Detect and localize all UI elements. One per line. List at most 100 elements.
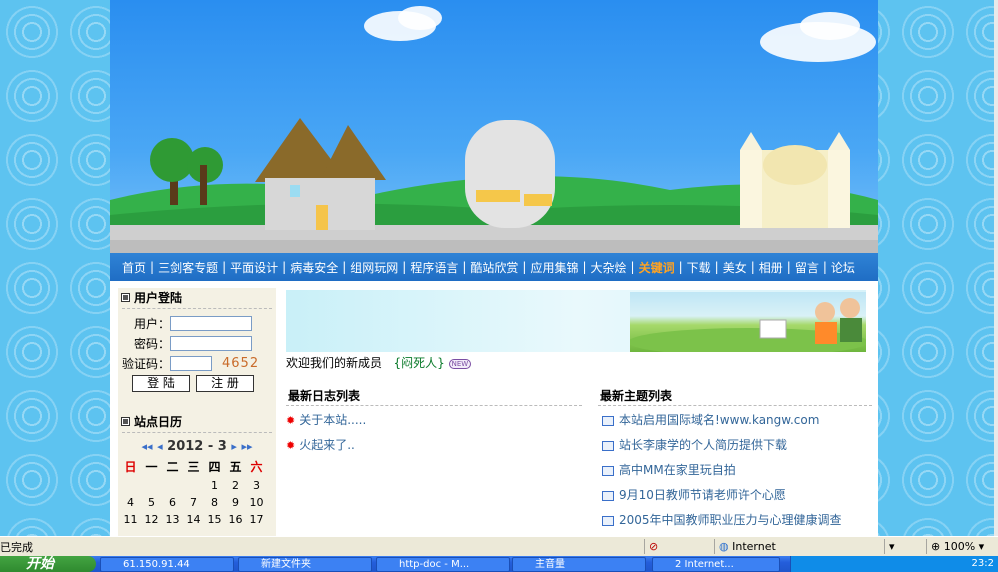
nav-separator: | (714, 260, 719, 274)
calendar-day[interactable]: 3 (246, 479, 267, 492)
calendar-day[interactable]: 1 (204, 479, 225, 492)
prev-month-icon[interactable]: ◂ (157, 440, 163, 453)
protected-cell[interactable]: ▾ (884, 539, 924, 554)
zone-cell: ◍ Internet (714, 539, 882, 554)
nav-item[interactable]: 论坛 (831, 259, 855, 276)
captcha-image: 4652 (222, 355, 260, 371)
calendar-day[interactable]: 10 (246, 496, 267, 509)
nav-separator: | (402, 260, 407, 274)
calendar-day (183, 479, 204, 492)
welcome-text: 欢迎我们的新成员 (286, 356, 383, 370)
login-form: 用户： 密码： 验证码： 4652 登 陆 注 册 (118, 313, 276, 392)
nav-item[interactable]: 三剑客专题 (158, 259, 218, 276)
scrollbar[interactable] (994, 0, 998, 536)
nav-item[interactable]: 美女 (723, 259, 747, 276)
nav-separator: | (750, 260, 755, 274)
topic-link[interactable]: 本站启用国际域名!www.kangw.com (619, 408, 819, 433)
calendar-day[interactable]: 12 (141, 513, 162, 526)
nav-item[interactable]: 留言 (795, 259, 819, 276)
divider (122, 308, 272, 309)
nav-item[interactable]: 程序语言 (410, 259, 458, 276)
kids-illustration (628, 298, 868, 356)
nav-separator: | (282, 260, 287, 274)
calendar-day[interactable]: 11 (120, 513, 141, 526)
calendar-day[interactable]: 17 (246, 513, 267, 526)
status-cell: ⊘ (644, 539, 712, 554)
log-list-item[interactable]: ✹ 关于本站..... (286, 408, 582, 433)
new-member-link[interactable]: {闷死人} (393, 356, 444, 370)
document-icon (602, 440, 614, 451)
calendar-weekday: 二 (166, 460, 179, 474)
zoom-cell[interactable]: ⊕ 100% ▾ (926, 539, 998, 554)
next-year-icon[interactable]: ▸▸ (241, 440, 252, 453)
calendar-header: ◂◂ ◂ 2012 - 3 ▸ ▸▸ (118, 439, 276, 454)
username-input[interactable] (170, 315, 252, 331)
status-text: 已完成 (0, 541, 33, 554)
calendar-day[interactable]: 15 (204, 513, 225, 526)
calendar-day[interactable]: 14 (183, 513, 204, 526)
topic-link[interactable]: 2005年中国教师职业压力与心理健康调查 (619, 508, 842, 533)
new-badge: NEW (448, 358, 472, 369)
register-button[interactable]: 注 册 (196, 375, 254, 392)
topic-list: 最新主题列表 本站启用国际域名!www.kangw.com 站长李康学的个人简历提… (598, 387, 872, 533)
calendar-day[interactable]: 5 (141, 496, 162, 509)
nav-item[interactable]: 平面设计 (230, 259, 278, 276)
log-link[interactable]: 关于本站..... (299, 408, 366, 433)
nav-item[interactable]: 病毒安全 (290, 259, 338, 276)
taskbar-window-button[interactable]: http-doc - M... (376, 557, 510, 572)
topic-list-item[interactable]: 2005年中国教师职业压力与心理健康调查 (598, 508, 872, 533)
calendar-day[interactable]: 2 (225, 479, 246, 492)
start-button[interactable]: 开始 (0, 556, 96, 572)
nav-item[interactable]: 首页 (122, 259, 146, 276)
topic-link[interactable]: 高中MM在家里玩自拍 (619, 458, 736, 483)
log-list: 最新日志列表 ✹ 关于本站..... ✹ 火起来了.. (286, 387, 582, 458)
topic-list-item[interactable]: 9月10日教师节请老师许个心愿 (598, 483, 872, 508)
calendar-weekday: 一 (145, 460, 158, 474)
nav-item[interactable]: 相册 (759, 259, 783, 276)
welcome-strip (286, 290, 868, 356)
login-button[interactable]: 登 陆 (132, 375, 190, 392)
captcha-input[interactable] (170, 355, 212, 371)
next-month-icon[interactable]: ▸ (231, 440, 237, 453)
calendar-day (141, 479, 162, 492)
calendar-day[interactable]: 4 (120, 496, 141, 509)
nav-item[interactable]: 酷站欣赏 (470, 259, 518, 276)
log-list-item[interactable]: ✹ 火起来了.. (286, 433, 582, 458)
nav-item[interactable]: 组网玩网 (350, 259, 398, 276)
nav-item[interactable]: 应用集锦 (530, 259, 578, 276)
password-input[interactable] (170, 335, 252, 351)
zone-text: Internet (732, 540, 776, 553)
topic-list-item[interactable]: 本站启用国际域名!www.kangw.com (598, 408, 872, 433)
taskbar-window-button[interactable]: 61.150.91.44 (100, 557, 234, 572)
log-link[interactable]: 火起来了.. (299, 433, 355, 458)
nav-item[interactable]: 关键词 (639, 259, 675, 276)
topic-list-item[interactable]: 站长李康学的个人简历提供下载 (598, 433, 872, 458)
password-label: 密码： (133, 336, 170, 351)
taskbar-window-button[interactable]: 主音量 (512, 557, 646, 572)
square-bullet-icon (121, 293, 130, 302)
nav-item[interactable]: 下载 (687, 259, 711, 276)
prev-year-icon[interactable]: ◂◂ (142, 440, 153, 453)
calendar-day[interactable]: 6 (162, 496, 183, 509)
main-nav: 首页 | 三剑客专题 | 平面设计 | 病毒安全 | 组网玩网 | 程序语言 | 酷站欣赏 | 应用集锦 | 大… (110, 253, 878, 281)
topic-link[interactable]: 9月10日教师节请老师许个心愿 (619, 483, 786, 508)
banner-picture (628, 292, 868, 356)
calendar-day[interactable]: 13 (162, 513, 183, 526)
globe-icon: ◍ (719, 540, 729, 553)
nav-item[interactable]: 大杂烩 (591, 259, 627, 276)
calendar-day[interactable]: 9 (225, 496, 246, 509)
nav-separator: | (678, 260, 683, 274)
calendar-month: 2012 - 3 (167, 439, 227, 454)
calendar-day[interactable]: 16 (225, 513, 246, 526)
calendar-day (120, 479, 141, 492)
nav-separator: | (150, 260, 155, 274)
topic-link[interactable]: 站长李康学的个人简历提供下载 (619, 433, 787, 458)
taskbar-window-button[interactable]: 新建文件夹 (238, 557, 372, 572)
zoom-icon: ⊕ (931, 540, 941, 553)
calendar-day[interactable]: 8 (204, 496, 225, 509)
taskbar-window-button[interactable]: 2 Internet... (652, 557, 780, 572)
calendar-day[interactable]: 7 (183, 496, 204, 509)
browser-statusbar: 已完成 ⊘ ◍ Internet ▾ ⊕ 100% ▾ (0, 536, 998, 557)
topic-list-item[interactable]: 高中MM在家里玩自拍 (598, 458, 872, 483)
nav-separator: | (462, 260, 467, 274)
